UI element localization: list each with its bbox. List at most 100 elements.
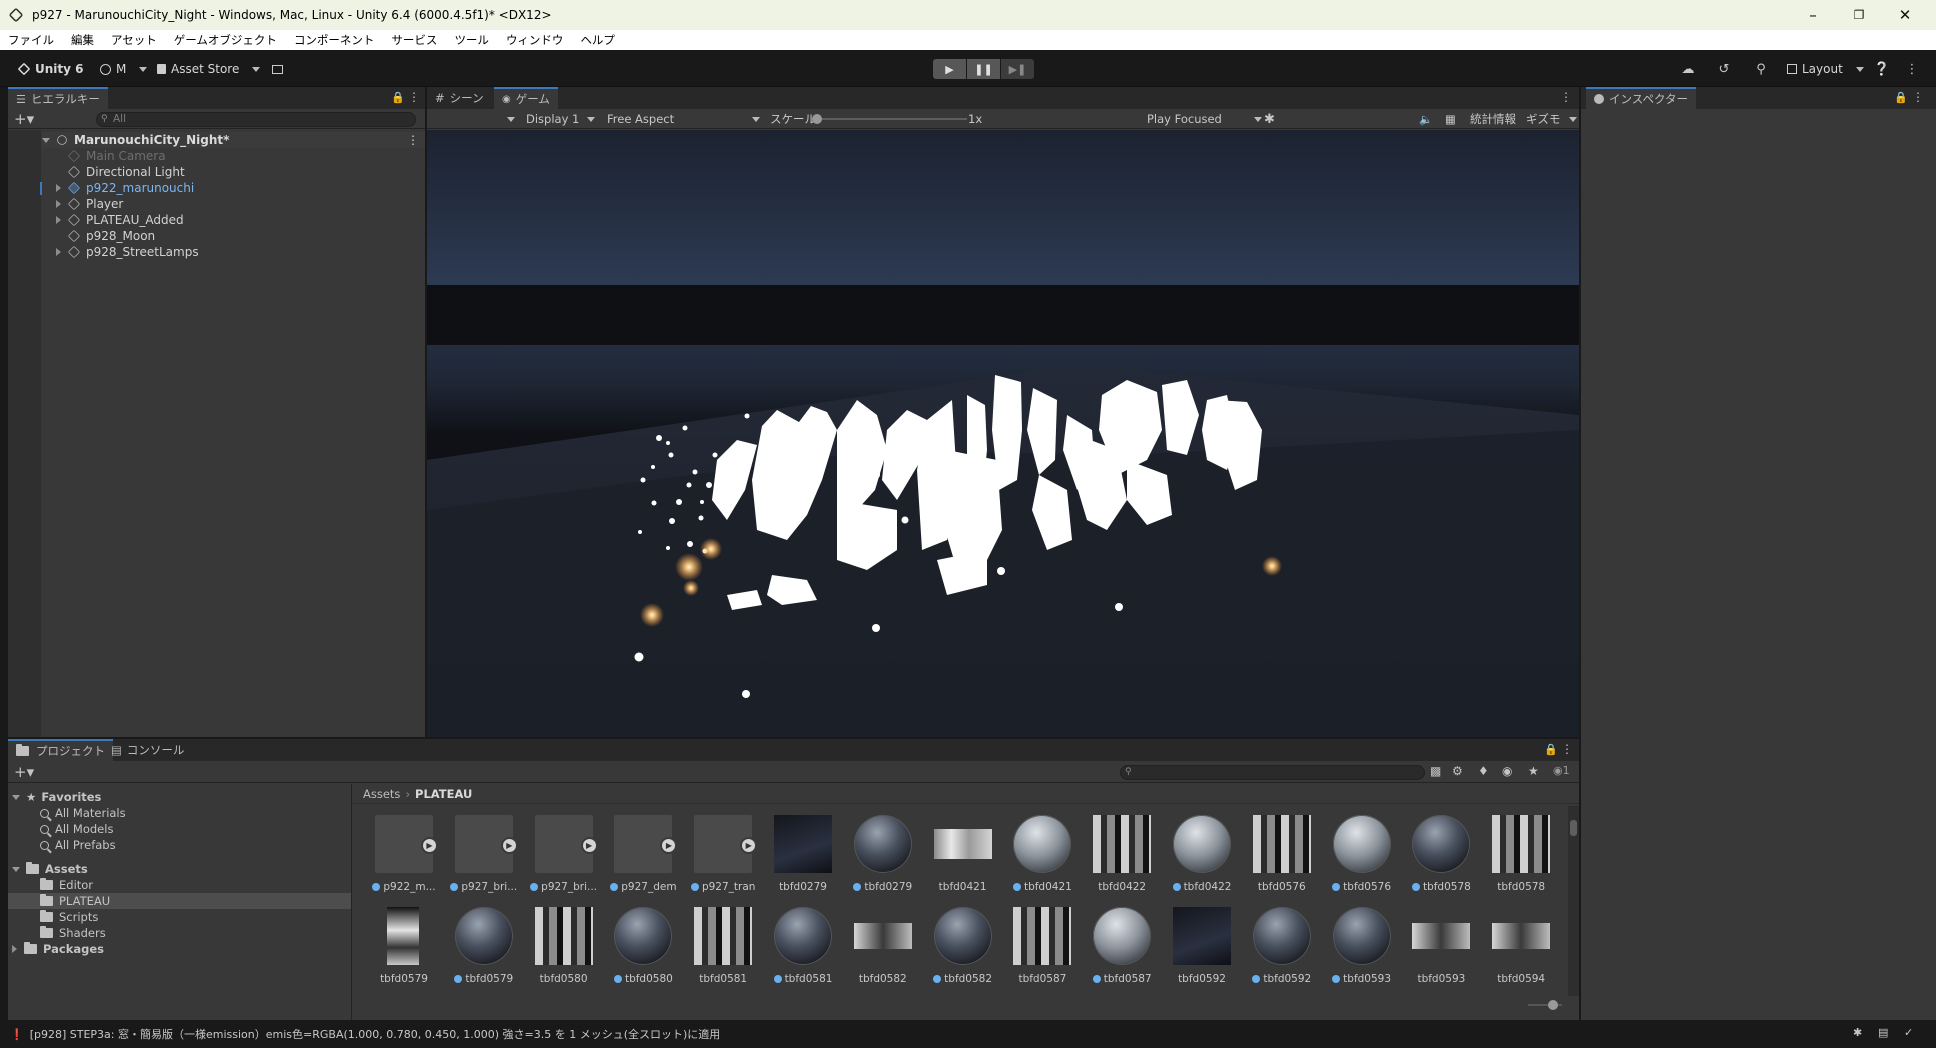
asset-item[interactable]: tbfd0594	[1485, 907, 1555, 987]
hierarchy-item-directional-light[interactable]: Directional Light	[67, 164, 185, 180]
asset-item[interactable]: tbfd0579	[448, 907, 518, 987]
asset-item[interactable]: tbfd0422	[1166, 815, 1236, 895]
play-focused-dropdown[interactable]: Play Focused	[1147, 109, 1262, 129]
layout-dropdown[interactable]: Layout	[1787, 59, 1864, 79]
tab-scene[interactable]: # シーン	[427, 87, 492, 109]
expand-prefab-icon[interactable]: ▶	[421, 837, 438, 854]
folder-shaders[interactable]: Shaders	[40, 925, 106, 941]
asset-item[interactable]: ▶ p927_dem	[607, 815, 678, 895]
import-log-icon[interactable]: ◉	[1502, 764, 1512, 778]
search-by-type-icon[interactable]: ▩	[1430, 764, 1441, 778]
packages-row[interactable]: Packages	[12, 941, 104, 957]
asset-item[interactable]: tbfd0593	[1405, 907, 1475, 987]
hierarchy-item-p928-streetlamps[interactable]: p928_StreetLamps	[56, 244, 199, 260]
expand-arrow-icon[interactable]	[56, 200, 61, 208]
display-dropdown[interactable]: Display 1	[526, 109, 595, 129]
expand-prefab-icon[interactable]: ▶	[740, 837, 758, 854]
asset-item[interactable]: tbfd0593	[1326, 907, 1396, 987]
menu-component[interactable]: コンポーネント	[290, 32, 384, 48]
network-icon[interactable]: ▤	[1878, 1026, 1888, 1039]
asset-item[interactable]: tbfd0581	[767, 907, 837, 987]
scene-menu-icon[interactable]: ⋮	[407, 133, 419, 147]
play-button[interactable]: ▶	[933, 59, 966, 79]
asset-item[interactable]: tbfd0576	[1246, 815, 1316, 895]
asset-item[interactable]: tbfd0580	[607, 907, 677, 987]
bug-report-icon[interactable]: ✱	[1853, 1026, 1862, 1039]
asset-item[interactable]: tbfd0576	[1326, 815, 1396, 895]
hierarchy-item-plateau-added[interactable]: PLATEAU_Added	[56, 212, 184, 228]
folder-editor[interactable]: Editor	[40, 877, 93, 893]
tab-project[interactable]: プロジェクト	[8, 739, 113, 761]
keyboard-icon[interactable]: ▦	[1445, 109, 1456, 129]
favorite-all-materials[interactable]: All Materials	[40, 805, 126, 821]
hierarchy-item-p928-moon[interactable]: p928_Moon	[67, 228, 155, 244]
game-view-menu-icon[interactable]: ⋮	[1560, 90, 1572, 104]
game-viewport[interactable]	[427, 130, 1579, 737]
favorite-all-models[interactable]: All Models	[40, 821, 113, 837]
inspector-menu-icon[interactable]: ⋮	[1912, 90, 1924, 104]
hierarchy-item-p922-marunouchi[interactable]: p922_marunouchi	[56, 180, 194, 196]
asset-item[interactable]: ▶ p922_m...	[368, 815, 438, 895]
expand-arrow-icon[interactable]	[12, 945, 17, 953]
expand-prefab-icon[interactable]: ▶	[580, 837, 598, 854]
asset-item[interactable]: ▶ p927_bri...	[528, 815, 598, 895]
asset-item[interactable]: tbfd0578	[1405, 815, 1475, 895]
favorites-row[interactable]: ★ Favorites	[12, 789, 101, 805]
asset-item[interactable]: tbfd0422	[1086, 815, 1156, 895]
scale-slider-handle[interactable]	[812, 114, 822, 124]
scale-slider[interactable]	[812, 114, 967, 124]
asset-scrollbar[interactable]	[1568, 806, 1579, 996]
asset-item[interactable]: tbfd0592	[1246, 907, 1316, 987]
menu-gameobject[interactable]: ゲームオブジェクト	[170, 32, 286, 48]
thumbnail-size-slider[interactable]	[1528, 1000, 1562, 1010]
expand-prefab-icon[interactable]: ▶	[500, 837, 518, 854]
help-icon[interactable]: ❔	[1872, 60, 1892, 78]
menu-services[interactable]: サービス	[387, 32, 446, 48]
create-add-icon[interactable]: +▾	[14, 763, 34, 781]
gizmos-dropdown[interactable]: ギズモ	[1526, 109, 1577, 129]
menu-edit[interactable]: 編集	[67, 32, 103, 48]
toolbar-menu-icon[interactable]: ⋮	[1902, 60, 1922, 78]
lock-icon[interactable]: 🔒	[1894, 91, 1908, 104]
tab-hierarchy[interactable]: ☰ ヒエラルキー	[8, 87, 108, 109]
asset-item[interactable]: tbfd0279	[767, 815, 837, 895]
tab-inspector[interactable]: インスペクター	[1586, 87, 1697, 109]
asset-item[interactable]: ▶ p927_tran	[687, 815, 758, 895]
hierarchy-menu-icon[interactable]: ⋮	[408, 90, 420, 104]
close-button[interactable]: ✕	[1882, 0, 1928, 30]
favorite-all-prefabs[interactable]: All Prefabs	[40, 837, 116, 853]
cloud-icon[interactable]: ☁	[1678, 60, 1698, 78]
label-tag-icon[interactable]: ♦	[1478, 764, 1489, 778]
asset-item[interactable]: tbfd0582	[847, 907, 917, 987]
favorite-star-icon[interactable]: ★	[1528, 764, 1539, 778]
hierarchy-item-main-camera[interactable]: Main Camera	[67, 148, 166, 164]
stats-button[interactable]: 統計情報	[1470, 109, 1516, 129]
tab-game[interactable]: ◉ ゲーム	[494, 87, 558, 109]
search-icon[interactable]: ⚲	[1751, 60, 1771, 78]
asset-item[interactable]: tbfd0279	[847, 815, 917, 895]
unity-cloud-button[interactable]: Unity 6	[17, 59, 84, 79]
history-icon[interactable]: ↺	[1714, 60, 1734, 78]
create-add-icon[interactable]: +▾	[14, 110, 34, 128]
breadcrumb-plateau[interactable]: PLATEAU	[415, 787, 472, 801]
bug-icon[interactable]: ✱	[1264, 109, 1275, 129]
asset-item[interactable]: tbfd0421	[1006, 815, 1076, 895]
breadcrumb-assets[interactable]: Assets	[363, 787, 400, 801]
restore-button[interactable]: ❐	[1836, 0, 1882, 30]
step-button[interactable]: ▶❚	[1001, 59, 1034, 79]
lock-icon[interactable]: 🔒	[1544, 743, 1558, 756]
asset-item[interactable]: tbfd0579	[368, 907, 438, 987]
expand-prefab-icon[interactable]: ▶	[660, 837, 678, 854]
asset-item[interactable]: tbfd0581	[687, 907, 757, 987]
asset-item[interactable]: ▶ p927_bri...	[448, 815, 518, 895]
asset-item[interactable]: tbfd0580	[528, 907, 598, 987]
check-icon[interactable]: ✓	[1904, 1026, 1913, 1039]
scene-row[interactable]: MarunouchiCity_Night* ⋮	[42, 132, 425, 148]
game-mode-dropdown[interactable]	[499, 109, 515, 129]
mute-audio-icon[interactable]: 🔈	[1419, 109, 1433, 129]
filter-icon[interactable]: ⚙	[1452, 764, 1463, 778]
asset-item[interactable]: tbfd0587	[1006, 907, 1076, 987]
menu-file[interactable]: ファイル	[4, 32, 63, 48]
asset-item[interactable]: tbfd0592	[1166, 907, 1236, 987]
expand-arrow-icon[interactable]	[42, 137, 50, 143]
